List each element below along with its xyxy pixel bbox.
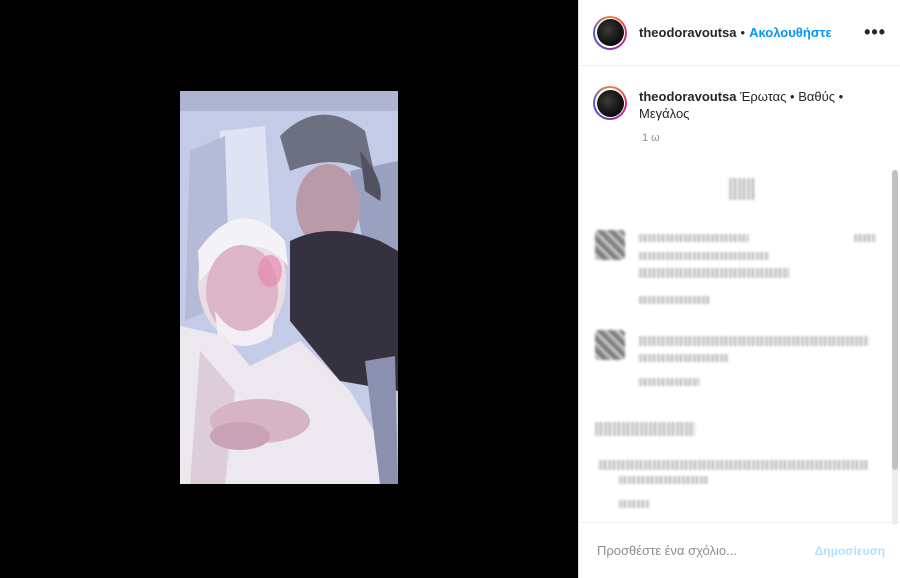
post-side-panel: theodoravoutsa • Ακολουθήστε ••• theodor… [578, 0, 900, 578]
comment-input[interactable] [595, 542, 815, 559]
blurred-text [639, 252, 769, 260]
blurred-text [595, 422, 695, 436]
blurred-text [854, 234, 876, 242]
caption-avatar-image [596, 89, 624, 117]
comment-footer: Δημοσίευση [579, 522, 900, 578]
avatar-image [596, 19, 624, 46]
instagram-post-modal: theodoravoutsa • Ακολουθήστε ••• theodor… [0, 0, 900, 578]
avatar-border [595, 17, 625, 48]
caption-timestamp[interactable]: 1 ω [642, 132, 900, 144]
post-header: theodoravoutsa • Ακολουθήστε ••• [579, 0, 900, 66]
post-photo[interactable] [180, 91, 398, 484]
scrollbar-thumb[interactable] [892, 170, 898, 470]
blurred-text [639, 296, 709, 304]
blurred-text [599, 460, 869, 470]
caption-avatar-border [595, 88, 625, 118]
separator-dot: • [740, 25, 746, 40]
blurred-text [639, 354, 729, 362]
caption-text-block: theodoravoutsa Έρωτας • Βαθύς • Μεγάλος [639, 88, 886, 122]
blurred-comment-avatar [595, 230, 625, 260]
comments-list-blurred [579, 160, 891, 520]
caption-avatar[interactable] [593, 86, 627, 120]
photo-illustration [180, 91, 398, 484]
blurred-text [619, 476, 709, 484]
blurred-text [639, 378, 699, 386]
blurred-text [639, 268, 789, 278]
blurred-text [729, 178, 755, 200]
post-media-area [0, 0, 578, 578]
follow-button[interactable]: Ακολουθήστε [749, 25, 832, 40]
header-username[interactable]: theodoravoutsa [639, 25, 737, 40]
post-comment-button[interactable]: Δημοσίευση [815, 544, 885, 558]
blurred-text [639, 336, 869, 346]
caption-username[interactable]: theodoravoutsa [639, 89, 737, 104]
blurred-comment-avatar [595, 330, 625, 360]
blurred-text [639, 234, 749, 242]
caption: theodoravoutsa Έρωτας • Βαθύς • Μεγάλος [579, 66, 900, 122]
avatar[interactable] [593, 15, 627, 50]
more-options-icon[interactable]: ••• [864, 22, 886, 43]
blurred-text [619, 500, 649, 508]
comments-scrollbar[interactable] [892, 170, 898, 525]
